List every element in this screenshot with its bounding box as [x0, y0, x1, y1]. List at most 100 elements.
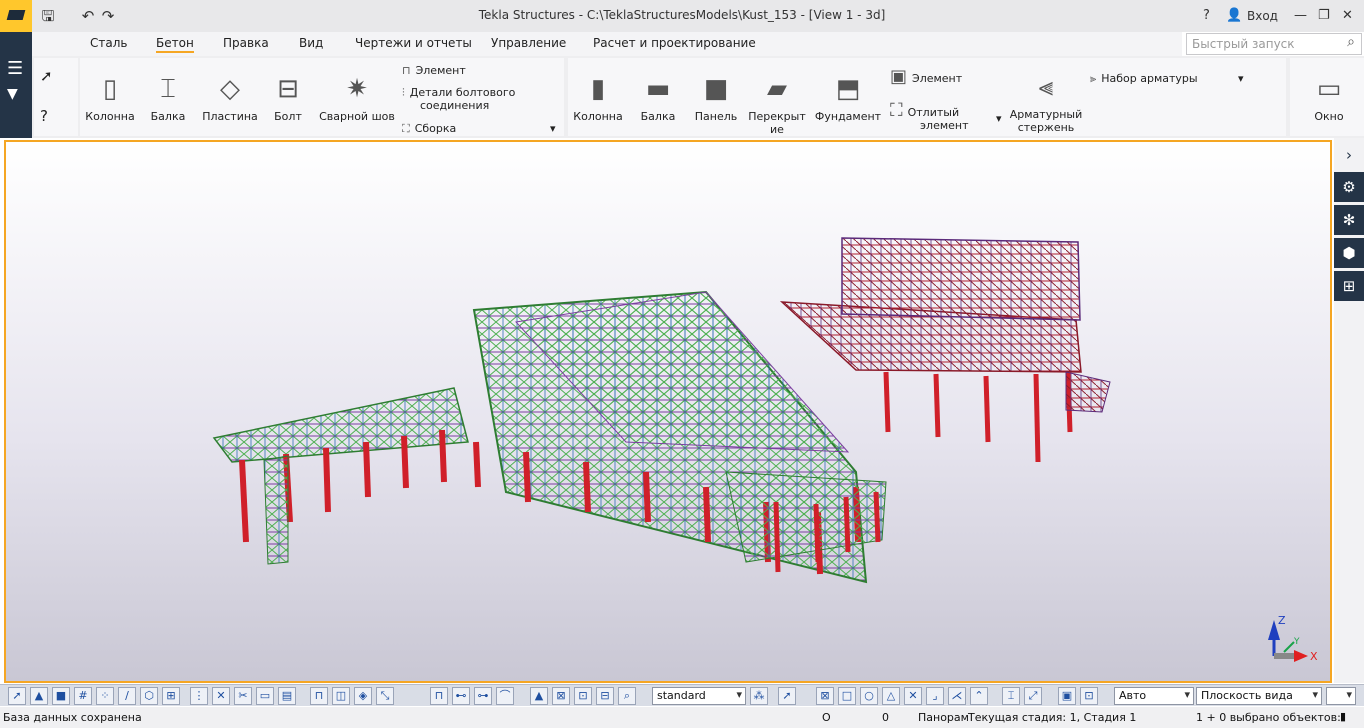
select-line-icon[interactable]: ∕ — [118, 687, 136, 705]
tab-analysis[interactable]: Расчет и проектирование — [593, 36, 756, 50]
bolt-details-icon: ⫶ — [402, 86, 405, 99]
concrete-element-button[interactable]: ▣ Элемент — [890, 68, 962, 86]
assembly-icon: ⛶ — [402, 122, 410, 135]
snap-override-icon[interactable]: ⊡ — [574, 687, 592, 705]
select-cut-icon[interactable]: ✂ — [234, 687, 252, 705]
grip-icon[interactable]: ▮ — [1340, 710, 1346, 723]
search-icon[interactable]: ⌕ — [1347, 34, 1355, 50]
snap-plane-icon[interactable]: ⊟ — [596, 687, 614, 705]
snap-cross-icon[interactable]: ✕ — [904, 687, 922, 705]
quick-launch-input[interactable]: Быстрый запуск ⌕ — [1186, 33, 1362, 55]
menu-icon[interactable]: ☰ — [7, 58, 23, 79]
query-icon[interactable]: ? — [40, 109, 48, 124]
tab-concrete[interactable]: Бетон — [156, 36, 194, 53]
steel-element-button[interactable]: ⊓ Элемент — [402, 64, 466, 77]
tab-view[interactable]: Вид — [299, 36, 323, 50]
chevron-down-icon[interactable]: ▾ — [550, 122, 556, 135]
snap-center-icon[interactable]: ▣ — [1058, 687, 1076, 705]
select-surface-icon[interactable]: ◫ — [332, 687, 350, 705]
extra-select[interactable] — [1326, 687, 1356, 705]
select-points-icon[interactable]: ⁘ — [96, 687, 114, 705]
snap-box-icon[interactable]: ⊠ — [816, 687, 834, 705]
catalog-icon[interactable]: ⬢ — [1334, 238, 1364, 268]
settings-icon[interactable]: ✻ — [1334, 205, 1364, 235]
chevron-down-icon[interactable]: ▼ — [7, 86, 18, 102]
weld-button[interactable]: ✷ Сварной шов — [316, 72, 398, 124]
restore-button[interactable]: ❐ — [1318, 6, 1330, 26]
steel-beam-button[interactable]: ⌶ Балка — [144, 72, 192, 124]
side-menu: ☰ ▼ — [0, 32, 32, 138]
assembly-button[interactable]: ⛶ Сборка — [402, 122, 456, 135]
user-icon[interactable]: 👤 — [1226, 6, 1242, 26]
pointer-icon[interactable]: ➚ — [40, 69, 53, 84]
snap-all-icon[interactable]: ⊡ — [1080, 687, 1098, 705]
tab-drawings[interactable]: Чертежи и отчеты — [355, 36, 472, 50]
select-bolt-icon[interactable]: ⋮ — [190, 687, 208, 705]
model-view-3d[interactable]: Z Y X — [4, 140, 1332, 683]
bolt-details-button[interactable]: ⫶ Детали болтового соединения — [402, 86, 515, 112]
select-plane-icon[interactable]: ▤ — [278, 687, 296, 705]
snap-geometry-icon[interactable]: ▲ — [530, 687, 548, 705]
snap-corner-icon[interactable]: ⌟ — [926, 687, 944, 705]
chevron-down-icon[interactable]: ▾ — [996, 112, 1002, 125]
snap-depth-select[interactable]: Авто — [1114, 687, 1194, 705]
close-button[interactable]: ✕ — [1342, 6, 1353, 26]
snap-extend-icon[interactable]: ⤢ — [1024, 687, 1042, 705]
help-icon[interactable]: ? — [1203, 6, 1210, 26]
bolt-button[interactable]: ⊟ Болт — [266, 72, 310, 124]
rebar-button[interactable]: ⫷ Арматурный стержень — [1008, 70, 1084, 135]
select-part-icon[interactable]: ▲ — [30, 687, 48, 705]
rebar-icon: ⫷ — [1038, 71, 1054, 102]
concrete-column-button[interactable]: ▮ Колонна — [570, 72, 626, 124]
axis-z-label: Z — [1278, 614, 1286, 627]
snap-line-icon[interactable]: ⊶ — [474, 687, 492, 705]
snap-square-icon[interactable]: □ — [838, 687, 856, 705]
select-layer-icon[interactable]: ◈ — [354, 687, 372, 705]
select-object-icon[interactable]: ■ — [52, 687, 70, 705]
chevron-down-icon[interactable]: ▾ — [1238, 72, 1244, 85]
side-pane: › ⚙ ✻ ⬢ ⊞ — [1334, 138, 1364, 683]
select-reinforcement-icon[interactable]: ⊓ — [310, 687, 328, 705]
tab-steel[interactable]: Сталь — [90, 36, 127, 50]
steel-column-button[interactable]: ▯ Колонна — [84, 72, 136, 124]
snap-circle-icon[interactable]: ○ — [860, 687, 878, 705]
filter-select[interactable]: standard — [652, 687, 746, 705]
applications-icon[interactable]: ⊞ — [1334, 271, 1364, 301]
expand-chevron-icon[interactable]: › — [1334, 140, 1364, 170]
snap-perpendicular-icon[interactable]: ⋌ — [948, 687, 966, 705]
slab-button[interactable]: ▰ Перекрыт ие — [746, 72, 808, 137]
select-weld-icon[interactable]: ✕ — [212, 687, 230, 705]
snap-midpoint-icon[interactable]: ⊷ — [452, 687, 470, 705]
select-view-icon[interactable]: ▭ — [256, 687, 274, 705]
select-all-icon[interactable]: ➚ — [8, 687, 26, 705]
concrete-beam-button[interactable]: ▬ Балка — [632, 72, 684, 124]
plate-button[interactable]: ◇ Пластина — [200, 72, 260, 124]
snap-nearest-icon[interactable]: ⌶ — [1002, 687, 1020, 705]
property-icon[interactable]: ⚙ — [1334, 172, 1364, 202]
login-link[interactable]: Вход — [1247, 6, 1278, 26]
axis-x-label: X — [1310, 650, 1318, 663]
tab-manage[interactable]: Управление — [491, 36, 566, 50]
snap-reference-icon[interactable]: ⊓ — [430, 687, 448, 705]
snap-arc-icon[interactable]: ⌒ — [496, 687, 514, 705]
snap-grid-icon[interactable]: ⊠ — [552, 687, 570, 705]
zoom-icon[interactable]: ⌕ — [618, 687, 636, 705]
snap-triangle-icon[interactable]: △ — [882, 687, 900, 705]
minimize-button[interactable]: — — [1294, 6, 1307, 26]
tab-edit[interactable]: Правка — [223, 36, 269, 50]
plane-select[interactable]: Плоскость вида — [1196, 687, 1322, 705]
select-edge-icon[interactable]: ⤡ — [376, 687, 394, 705]
filter-settings-icon[interactable]: ⁂ — [750, 687, 768, 705]
select-assembly-icon[interactable]: ⬡ — [140, 687, 158, 705]
window-title: Tekla Structures - C:\TeklaStructuresMod… — [478, 8, 886, 22]
snap-tangent-icon[interactable]: ⌃ — [970, 687, 988, 705]
window-button[interactable]: ▭ Окно — [1304, 72, 1354, 124]
select-component-icon[interactable]: ⊞ — [162, 687, 180, 705]
panel-button[interactable]: ■ Панель — [690, 72, 742, 124]
cast-unit-button[interactable]: ⛶ Отлитый элемент — [890, 102, 969, 133]
concrete-panel: ▮ Колонна ▬ Балка ■ Панель ▰ Перекрыт ие ⬒ Фун… — [568, 58, 1286, 136]
select-grid-icon[interactable]: # — [74, 687, 92, 705]
pointer-snap-icon[interactable]: ➚ — [778, 687, 796, 705]
footing-button[interactable]: ⬒ Фундамент — [812, 72, 884, 124]
rebar-set-button[interactable]: ⫸ Набор арматуры — [1090, 72, 1198, 85]
